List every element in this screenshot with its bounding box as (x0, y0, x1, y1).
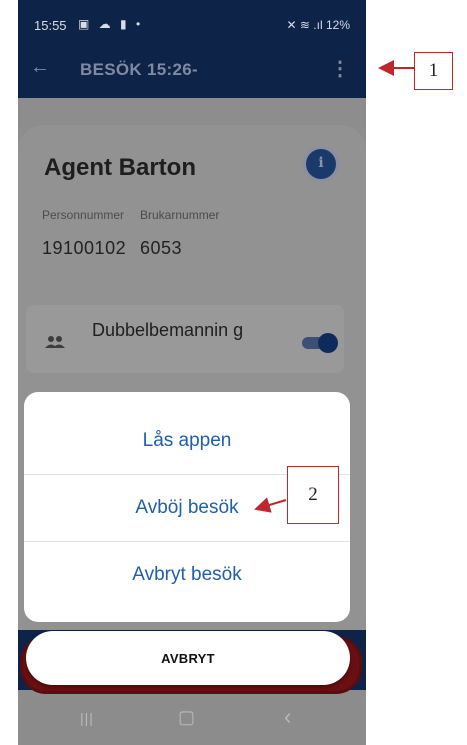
recents-icon[interactable]: ||| (80, 710, 94, 726)
app-bar: ← BESÖK 15:26- ⋮ (18, 46, 366, 98)
brukarnummer-label: Brukarnummer (140, 208, 220, 222)
personnummer-label: Personnummer (42, 208, 125, 222)
people-icon (45, 336, 65, 348)
phone-screen: 15:55 ▣ ☁ ▮ • ✕ ≋ .ıl 12% ← BESÖK 15:26-… (18, 0, 366, 745)
cancel-visit-option[interactable]: Avbryt besök (24, 542, 350, 608)
notification-icons: ▣ ☁ ▮ • (78, 17, 144, 31)
status-time: 15:55 (34, 18, 67, 33)
status-bar: 15:55 ▣ ☁ ▮ • ✕ ≋ .ıl 12% (18, 0, 366, 46)
dubbelbemanning-label: Dubbelbemannin g (92, 320, 244, 340)
toggle-knob (318, 333, 338, 353)
callout-1: 1 (414, 52, 453, 90)
client-name: Agent Barton (44, 154, 196, 181)
nav-back-icon[interactable]: ‹ (284, 704, 291, 730)
page-title: BESÖK 15:26- (80, 60, 198, 79)
avbryt-button[interactable]: AVBRYT (26, 631, 350, 685)
info-icon: i (318, 155, 324, 171)
personnummer-value: 19100102 (42, 238, 127, 258)
system-nav-bar: ||| ▢ ‹ (18, 695, 366, 745)
status-right: ✕ ≋ .ıl 12% (287, 18, 351, 32)
dubbelbemanning-toggle[interactable] (302, 333, 338, 353)
home-icon[interactable]: ▢ (178, 707, 195, 728)
back-arrow-icon[interactable]: ← (30, 56, 50, 79)
battery-level: 12% (325, 18, 350, 32)
lock-app-option[interactable]: Lås appen (24, 408, 350, 474)
info-button[interactable]: i (306, 149, 336, 179)
dubbelbemanning-row: Dubbelbemannin g (26, 305, 344, 373)
overflow-menu-icon[interactable]: ⋮ (330, 56, 350, 81)
callout-2: 2 (287, 466, 339, 524)
brukarnummer-value: 6053 (140, 238, 183, 258)
signal-icons: ✕ ≋ .ıl (286, 18, 323, 32)
